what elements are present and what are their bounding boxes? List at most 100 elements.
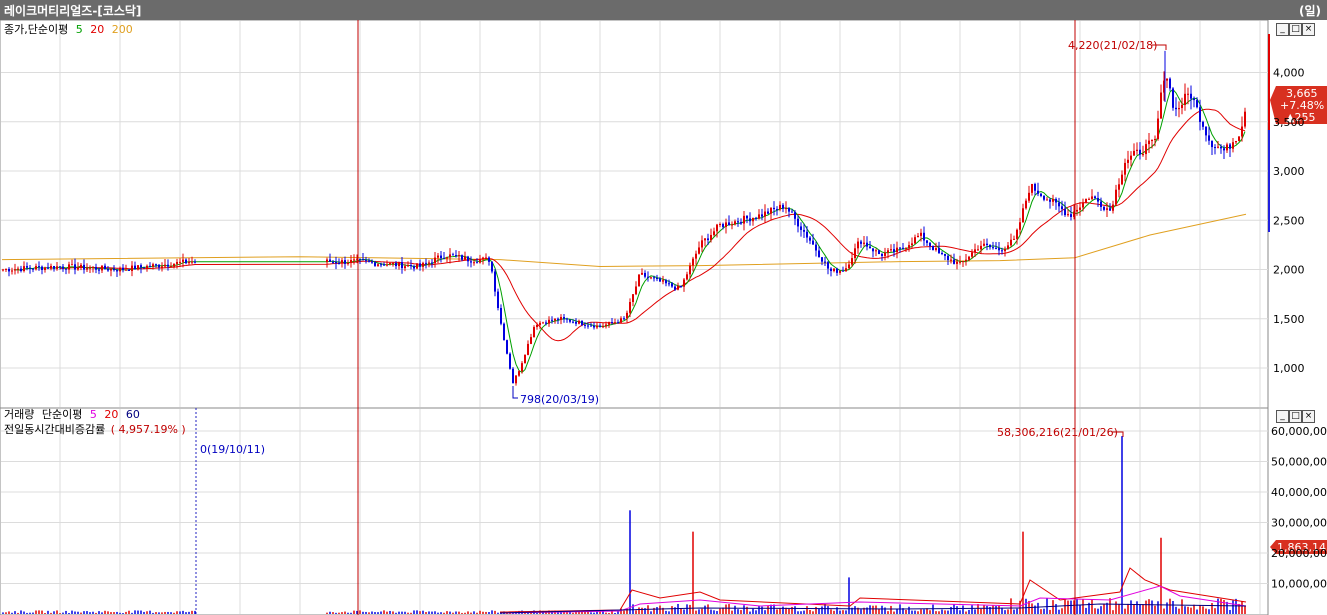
price-panel-maximize-button[interactable]: □ bbox=[1289, 23, 1302, 36]
candle-body bbox=[1001, 250, 1003, 252]
candle-body bbox=[548, 319, 550, 324]
candle-body bbox=[992, 247, 994, 249]
candle-body bbox=[764, 211, 766, 217]
candle-body bbox=[785, 208, 787, 210]
candle-body bbox=[1142, 154, 1144, 156]
candle-body bbox=[14, 269, 16, 271]
volume-y-tick: 40,000,000 bbox=[1271, 486, 1327, 499]
period-label: (일) bbox=[1298, 4, 1321, 18]
candle-body bbox=[1130, 155, 1132, 160]
candle-body bbox=[575, 321, 577, 324]
candle-body bbox=[68, 264, 70, 270]
candle-body bbox=[788, 208, 790, 212]
candle-body bbox=[488, 257, 490, 262]
candle-body bbox=[434, 257, 436, 264]
price-ma5-label: 5 bbox=[76, 23, 83, 36]
volume-panel-close-button[interactable]: × bbox=[1302, 410, 1315, 423]
candle-body bbox=[821, 257, 823, 262]
candle-body bbox=[335, 261, 337, 264]
candle-body bbox=[80, 264, 82, 268]
candle-body bbox=[926, 240, 928, 243]
candle-body bbox=[1238, 136, 1240, 141]
candle-body bbox=[413, 266, 415, 269]
candle-body bbox=[521, 363, 523, 372]
candle-body bbox=[1040, 193, 1042, 196]
candle-body bbox=[1151, 140, 1153, 142]
candle-body bbox=[95, 267, 97, 270]
candle-body bbox=[734, 221, 736, 225]
candle-body bbox=[791, 211, 793, 213]
candle-body bbox=[371, 261, 373, 263]
candle-body bbox=[908, 245, 910, 249]
candle-body bbox=[971, 252, 973, 257]
candle-body bbox=[638, 274, 640, 287]
candle-body bbox=[674, 286, 676, 290]
price-y-tick: 1,500 bbox=[1273, 313, 1305, 326]
candle-body bbox=[131, 265, 133, 271]
candle-body bbox=[812, 240, 814, 245]
volume-y-tick: 30,000,000 bbox=[1271, 517, 1327, 530]
candle-body bbox=[1115, 189, 1117, 205]
candle-body bbox=[572, 321, 574, 323]
candle-body bbox=[29, 267, 31, 269]
candle-body bbox=[344, 260, 346, 264]
candle-body bbox=[92, 267, 94, 269]
candle-body bbox=[347, 263, 349, 265]
candle-body bbox=[431, 262, 433, 264]
candle-body bbox=[1127, 159, 1129, 163]
candle-body bbox=[161, 266, 163, 268]
candle-body bbox=[362, 259, 364, 261]
candle-body bbox=[704, 238, 706, 241]
volume-y-tick: 50,000,000 bbox=[1271, 456, 1327, 469]
candle-body bbox=[599, 325, 601, 327]
candle-body bbox=[392, 262, 394, 264]
candle-body bbox=[26, 266, 28, 268]
candle-body bbox=[905, 248, 907, 250]
candle-body bbox=[77, 267, 79, 270]
candle-body bbox=[1010, 239, 1012, 246]
candle-body bbox=[1202, 121, 1204, 127]
candle-body bbox=[494, 271, 496, 292]
candle-body bbox=[974, 249, 976, 253]
low-annotation: 798(20/03/19) bbox=[520, 393, 599, 406]
ratio-value: ( 4,957.19% ) bbox=[111, 423, 186, 436]
candle-body bbox=[923, 232, 925, 241]
candle-body bbox=[473, 262, 475, 264]
candle-body bbox=[119, 267, 121, 272]
volume-panel-maximize-button[interactable]: □ bbox=[1289, 410, 1302, 423]
candle-body bbox=[830, 268, 832, 272]
candle-body bbox=[1109, 208, 1111, 211]
candle-body bbox=[1124, 162, 1126, 175]
candle-body bbox=[518, 371, 520, 376]
candle-body bbox=[998, 248, 1000, 251]
candle-body bbox=[41, 266, 43, 270]
candle-body bbox=[71, 264, 73, 266]
candle-body bbox=[554, 318, 556, 321]
candle-body bbox=[512, 368, 514, 384]
volume-panel-minimize-button[interactable]: _ bbox=[1276, 410, 1289, 423]
candle-body bbox=[881, 254, 883, 256]
volume-legend-prefix: 거래량 bbox=[4, 408, 34, 421]
candle-body bbox=[1181, 104, 1183, 109]
price-y-tick: 3,500 bbox=[1273, 116, 1305, 129]
price-panel-close-button[interactable]: × bbox=[1302, 23, 1315, 36]
candle-body bbox=[698, 247, 700, 254]
candle-body bbox=[419, 263, 421, 267]
candle-body bbox=[995, 247, 997, 249]
candle-body bbox=[737, 221, 739, 223]
volume-ma60-label: 60 bbox=[126, 408, 140, 421]
candle-body bbox=[677, 285, 679, 290]
candle-body bbox=[437, 255, 439, 258]
candle-body bbox=[746, 215, 748, 219]
candle-body bbox=[587, 325, 589, 327]
candle-body bbox=[50, 265, 52, 269]
volume-y-tick: 20,000,000 bbox=[1271, 547, 1327, 560]
candle-body bbox=[818, 250, 820, 258]
price-panel-minimize-button[interactable]: _ bbox=[1276, 23, 1289, 36]
candle-body bbox=[110, 268, 112, 271]
candle-body bbox=[32, 268, 34, 270]
candle-body bbox=[47, 267, 49, 269]
candle-body bbox=[920, 232, 922, 236]
candle-body bbox=[506, 340, 508, 354]
candle-body bbox=[719, 224, 721, 226]
